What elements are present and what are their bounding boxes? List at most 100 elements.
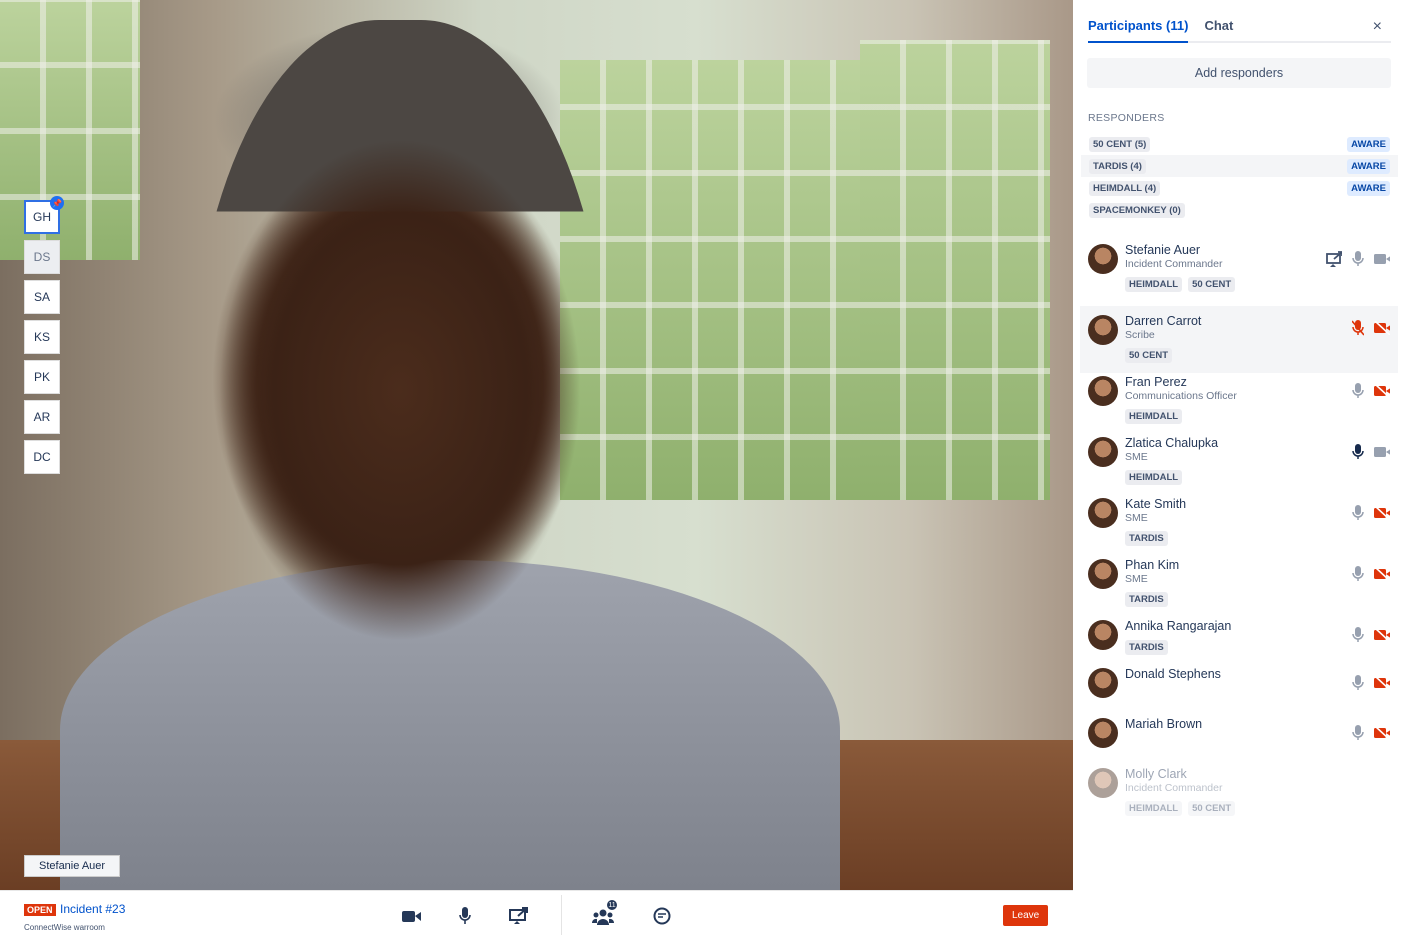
responder-group[interactable]: TARDIS (4) AWARE — [1081, 155, 1398, 177]
pin-icon[interactable]: 📌 — [50, 196, 64, 210]
participant-role: Incident Commander — [1125, 258, 1223, 270]
participant-row[interactable]: Kate Smith SME TARDIS — [1080, 495, 1398, 556]
participant-name: Zlatica Chalupka — [1125, 436, 1219, 450]
participant-name: Stefanie Auer — [1125, 243, 1201, 257]
participant-name: Molly Clark — [1125, 767, 1187, 781]
camera-off-icon[interactable] — [1374, 383, 1390, 399]
mic-icon[interactable] — [1350, 675, 1366, 691]
avatar — [1088, 315, 1118, 345]
participant-row[interactable]: Zlatica Chalupka SME HEIMDALL — [1080, 434, 1398, 495]
avatar — [1088, 498, 1118, 528]
close-icon[interactable]: × — [1373, 18, 1382, 36]
team-tag: HEIMDALL — [1125, 277, 1183, 292]
incident-link[interactable]: Incident #23 — [60, 902, 125, 916]
participant-name: Kate Smith — [1125, 497, 1187, 511]
camera-off-icon[interactable] — [1374, 627, 1390, 643]
team-tag: HEIMDALL — [1125, 801, 1183, 816]
participant-name: Fran Perez — [1125, 375, 1187, 389]
add-responders-button[interactable]: Add responders — [1087, 58, 1391, 88]
bottom-bar: OPEN Incident #23 ConnectWise warroom 11… — [0, 890, 1073, 942]
thumbnail-sa[interactable]: SA — [24, 280, 60, 314]
leave-button[interactable]: Leave — [1003, 905, 1049, 926]
participant-name: Mariah Brown — [1125, 717, 1203, 731]
participant-row[interactable]: Phan Kim SME TARDIS — [1080, 556, 1398, 617]
panel-tabs: Participants (11) Chat — [1088, 18, 1391, 43]
avatar — [1088, 668, 1118, 698]
thumbnail-initials: GH — [33, 210, 51, 224]
speaker-name-tag: Stefanie Auer — [24, 855, 121, 877]
camera-toggle-button[interactable] — [401, 905, 423, 927]
group-name: TARDIS (4) — [1089, 158, 1146, 174]
tab-participants[interactable]: Participants (11) — [1088, 18, 1189, 43]
participant-role: Scribe — [1125, 329, 1155, 341]
mic-icon[interactable] — [1350, 627, 1366, 643]
screen-share-icon — [1326, 251, 1342, 267]
participant-row[interactable]: Stefanie Auer Incident Commander HEIMDALL 5… — [1080, 241, 1398, 302]
thumbnail-initials: DS — [33, 250, 51, 264]
participant-name: Donald Stephens — [1125, 667, 1221, 681]
group-status-badge: AWARE — [1347, 180, 1390, 196]
camera-off-icon[interactable] — [1374, 675, 1390, 691]
participant-list: Stefanie Auer Incident Commander HEIMDALL 5… — [1080, 241, 1398, 826]
mic-icon[interactable] — [1350, 251, 1366, 267]
participant-row[interactable]: Darren Carrot Scribe 50 CENT — [1080, 306, 1398, 373]
tab-chat[interactable]: Chat — [1204, 18, 1233, 41]
mic-muted-icon[interactable] — [1350, 320, 1366, 336]
avatar — [1088, 244, 1118, 274]
participant-role: Incident Commander — [1125, 782, 1223, 794]
screen-share-button[interactable] — [508, 905, 530, 927]
camera-icon[interactable] — [1374, 444, 1390, 460]
thumbnail-gh[interactable]: GH 📌 — [24, 196, 64, 234]
mic-toggle-button[interactable] — [454, 905, 476, 927]
participant-name: Phan Kim — [1125, 558, 1180, 572]
participant-thumbnails: GH 📌 DS SA KS PK AR DC — [24, 196, 64, 476]
mic-icon[interactable] — [1350, 505, 1366, 521]
responder-group[interactable]: 50 CENT (5) AWARE — [1081, 133, 1398, 155]
responder-group[interactable]: SPACEMONKEY (0) — [1081, 199, 1398, 221]
mic-icon[interactable] — [1350, 383, 1366, 399]
chat-button[interactable] — [651, 905, 673, 927]
thumbnail-initials: PK — [33, 370, 50, 384]
group-status-badge: AWARE — [1347, 158, 1390, 174]
camera-icon[interactable] — [1374, 251, 1390, 267]
responder-group[interactable]: HEIMDALL (4) AWARE — [1081, 177, 1398, 199]
participant-row[interactable]: Molly Clark Incident Commander HEIMDALL 50 … — [1080, 765, 1398, 826]
avatar — [1088, 620, 1118, 650]
camera-off-icon[interactable] — [1374, 505, 1390, 521]
mic-icon[interactable] — [1350, 444, 1366, 460]
participant-row[interactable]: Mariah Brown — [1080, 715, 1398, 765]
thumbnail-initials: SA — [33, 290, 50, 304]
thumbnail-dc[interactable]: DC — [24, 440, 60, 474]
thumbnail-pk[interactable]: PK — [24, 360, 60, 394]
team-tag: HEIMDALL — [1125, 470, 1183, 485]
team-tag: TARDIS — [1125, 531, 1168, 546]
participant-role: Communications Officer — [1125, 390, 1237, 402]
mic-icon[interactable] — [1350, 725, 1366, 741]
group-name: 50 CENT (5) — [1089, 136, 1151, 152]
camera-off-icon[interactable] — [1374, 320, 1390, 336]
participant-name: Annika Rangarajan — [1125, 619, 1232, 633]
divider — [561, 895, 562, 935]
camera-off-icon[interactable] — [1374, 566, 1390, 582]
camera-off-icon[interactable] — [1374, 725, 1390, 741]
participant-role: SME — [1125, 512, 1148, 524]
responders-heading: RESPONDERS — [1088, 112, 1165, 124]
participant-row[interactable]: Donald Stephens — [1080, 665, 1398, 715]
thumbnail-ds[interactable]: DS — [24, 240, 60, 274]
avatar — [1088, 768, 1118, 798]
participants-button[interactable]: 11 — [592, 899, 618, 927]
avatar — [1088, 559, 1118, 589]
workspace-label: ConnectWise warroom — [24, 923, 105, 932]
avatar — [1088, 376, 1118, 406]
participant-row[interactable]: Annika Rangarajan TARDIS — [1080, 617, 1398, 665]
mic-icon[interactable] — [1350, 566, 1366, 582]
thumbnail-ks[interactable]: KS — [24, 320, 60, 354]
participant-row[interactable]: Fran Perez Communications Officer HEIMDALL — [1080, 373, 1398, 434]
participants-panel: Participants (11) Chat × Add responders … — [1073, 0, 1410, 942]
team-tag: TARDIS — [1125, 640, 1168, 655]
team-tag: 50 CENT — [1188, 801, 1236, 816]
avatar — [1088, 718, 1118, 748]
thumbnail-initials: KS — [33, 330, 50, 344]
thumbnail-ar[interactable]: AR — [24, 400, 60, 434]
avatar — [1088, 437, 1118, 467]
